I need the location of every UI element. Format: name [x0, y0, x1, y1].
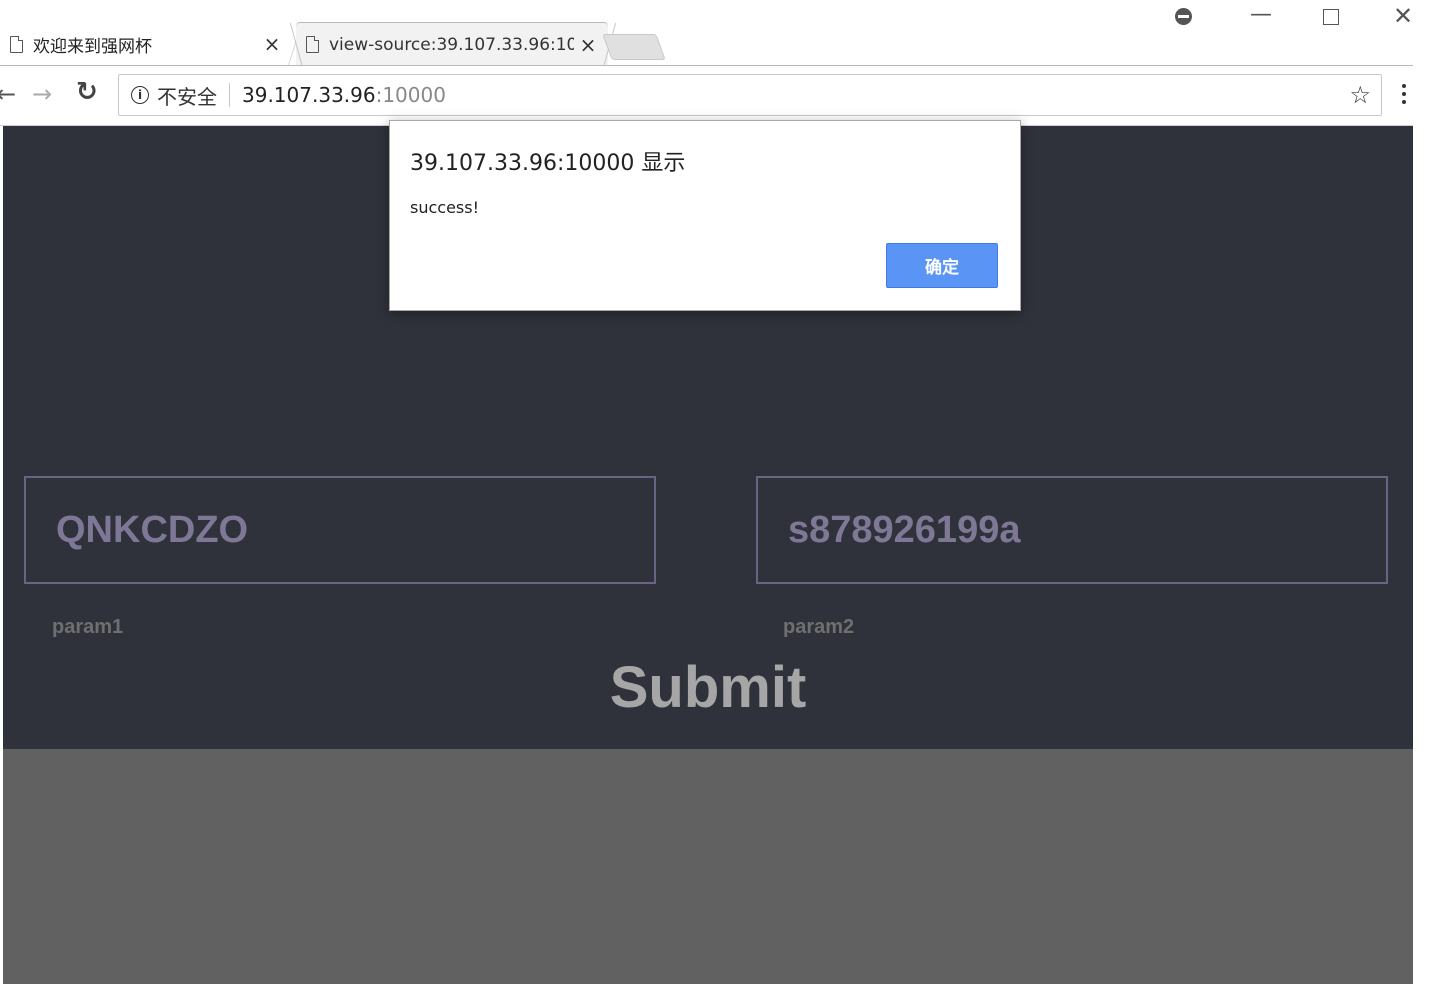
close-icon[interactable]: ×	[258, 32, 286, 56]
bookmark-star-icon[interactable]: ☆	[1349, 81, 1371, 109]
tab-view-source[interactable]: view-source:39.107.33.96:10000 ×	[290, 22, 616, 67]
tab-title: view-source:39.107.33.96:10000	[329, 34, 574, 55]
param1-input[interactable]	[26, 478, 654, 582]
dialog-message: success!	[410, 198, 479, 217]
url-host: 39.107.33.96	[242, 83, 376, 107]
close-window-icon[interactable]: ✕	[1388, 2, 1418, 32]
security-label[interactable]: 不安全	[157, 81, 217, 110]
page-icon	[306, 36, 319, 53]
forward-icon[interactable]: →	[32, 80, 52, 108]
menu-icon[interactable]	[1402, 84, 1408, 108]
param1-label: param1	[52, 616, 124, 638]
back-icon[interactable]: ←	[0, 80, 16, 108]
page-icon	[10, 35, 23, 53]
ok-button[interactable]: 确定	[886, 243, 998, 288]
alert-dialog: 39.107.33.96:10000 显示 success! 确定	[389, 120, 1021, 311]
param2-input[interactable]	[758, 478, 1386, 582]
submit-button[interactable]: Submit	[3, 654, 1413, 721]
dialog-title: 39.107.33.96:10000 显示	[410, 151, 686, 176]
param1-field[interactable]	[24, 476, 656, 584]
tab-title: 欢迎来到强网杯	[33, 36, 152, 57]
browser-title-bar: 欢迎来到强网杯 × view-source:39.107.33.96:10000…	[0, 0, 1429, 67]
param2-field[interactable]	[756, 476, 1388, 584]
close-icon[interactable]: ×	[574, 33, 602, 57]
minimize-icon[interactable]: —	[1246, 2, 1276, 32]
browser-toolbar: ← → ↻ i 不安全 39.107.33.96:10000 ☆	[0, 66, 1413, 126]
url-port: :10000	[375, 83, 446, 107]
param2-label: param2	[783, 616, 855, 638]
profile-icon[interactable]	[1168, 4, 1198, 34]
info-icon[interactable]: i	[131, 86, 149, 104]
tab-welcome[interactable]: 欢迎来到强网杯 ×	[0, 22, 302, 66]
new-tab-button[interactable]	[602, 34, 666, 60]
address-bar[interactable]: i 不安全 39.107.33.96:10000 ☆	[118, 74, 1382, 116]
maximize-icon[interactable]	[1316, 6, 1346, 36]
reload-icon[interactable]: ↻	[76, 77, 98, 107]
omnibox-divider	[229, 83, 230, 107]
